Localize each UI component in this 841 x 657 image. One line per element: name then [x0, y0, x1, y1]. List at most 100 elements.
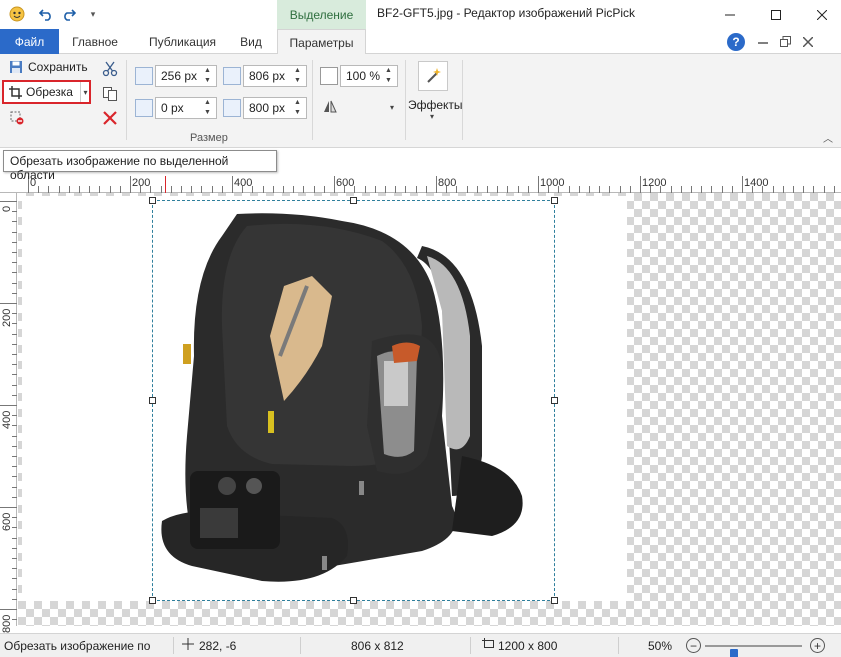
top-position-field[interactable]: 0 px ▲ ▼ — [155, 97, 217, 119]
effects-dropdown-icon[interactable]: ▾ — [430, 112, 434, 121]
copy-button[interactable] — [102, 86, 118, 102]
effects-button[interactable] — [418, 61, 448, 91]
spin-arrows-icon[interactable]: ▲ ▼ — [385, 67, 394, 85]
spin-arrows-icon[interactable]: ▲ ▼ — [204, 99, 213, 117]
resize-handle-ne[interactable] — [551, 197, 558, 204]
effects-label[interactable]: Эффекты — [408, 98, 463, 112]
save-button[interactable]: Сохранить — [9, 60, 88, 74]
window-title: BF2-GFT5.jpg - Редактор изображений PicP… — [377, 6, 636, 20]
resize-handle-s[interactable] — [350, 597, 357, 604]
ruler-tick — [579, 186, 580, 193]
ruler-tick — [630, 186, 631, 193]
status-separator — [173, 637, 174, 654]
resize-handle-sw[interactable] — [149, 597, 156, 604]
zoom-slider-thumb[interactable] — [730, 649, 738, 657]
ruler-tick — [12, 568, 17, 569]
tab-home[interactable]: Главное — [62, 29, 128, 54]
ruler-major-tick — [0, 507, 17, 508]
ruler-major-tick — [0, 405, 17, 406]
spin-arrows-icon[interactable]: ▲ ▼ — [294, 99, 303, 117]
spin-arrows-icon[interactable]: ▲ ▼ — [294, 67, 303, 85]
save-label: Сохранить — [28, 60, 88, 74]
height-field[interactable]: 800 px ▲ ▼ — [243, 97, 307, 119]
ruler-major-tick — [232, 176, 233, 193]
ruler-label: 200 — [1, 308, 13, 327]
selection-marquee[interactable] — [149, 197, 558, 604]
crop-dropdown-icon[interactable]: ▾ — [80, 82, 90, 102]
resize-handle-n[interactable] — [350, 197, 357, 204]
ruler-tick — [12, 354, 17, 355]
ruler-tick — [813, 186, 814, 193]
flip-dropdown-icon[interactable]: ▾ — [390, 103, 394, 112]
ruler-tick — [12, 497, 17, 498]
tab-publish[interactable]: Публикация — [136, 29, 229, 54]
collapse-ribbon-icon[interactable]: ︿ — [823, 130, 833, 145]
cursor-position-icon — [182, 638, 194, 653]
image-size-icon — [482, 638, 496, 653]
ruler-tick — [12, 344, 17, 345]
ruler-tick — [12, 589, 17, 590]
status-message: Обрезать изображение по — [4, 639, 151, 653]
width-field[interactable]: 806 px ▲ ▼ — [243, 65, 307, 87]
zoom-in-button[interactable]: + — [810, 638, 825, 653]
resize-handle-e[interactable] — [551, 397, 558, 404]
ruler-tick — [12, 262, 17, 263]
tab-view[interactable]: Вид — [231, 29, 271, 54]
scale-percent-value: 100 % — [346, 69, 381, 83]
copy-icon — [102, 86, 118, 102]
ruler-tick — [171, 186, 172, 193]
delete-button[interactable] — [102, 110, 118, 126]
restore-icon[interactable] — [776, 32, 794, 51]
ruler-tick — [507, 186, 508, 193]
ruler-tick — [38, 186, 39, 193]
app-logo-icon[interactable] — [8, 4, 26, 24]
scale-icon — [320, 67, 338, 85]
ruler-tick — [405, 186, 406, 193]
status-bar: Обрезать изображение по 282, -6 806 x 81… — [0, 633, 841, 657]
ruler-label: 200 — [132, 177, 151, 189]
ruler-tick — [120, 186, 121, 193]
ruler-major-tick — [0, 303, 17, 304]
minimize-icon[interactable] — [707, 0, 753, 29]
height-value: 800 px — [249, 101, 286, 115]
delete-icon — [102, 110, 118, 126]
help-button[interactable]: ? — [727, 32, 745, 51]
doc-close-icon[interactable] — [799, 32, 817, 51]
crop-button[interactable]: Обрезка ▾ — [2, 80, 91, 104]
scale-percent-field[interactable]: 100 % ▲ ▼ — [340, 65, 398, 87]
ribbon-separator — [462, 60, 463, 140]
maximize-icon[interactable] — [753, 0, 799, 29]
ruler-major-tick — [0, 201, 17, 202]
redo-icon[interactable] — [59, 4, 79, 24]
zoom-out-button[interactable]: − — [686, 638, 701, 653]
flip-rotate-button[interactable]: ▾ — [322, 99, 394, 115]
image-canvas[interactable] — [18, 193, 841, 626]
spin-arrows-icon[interactable]: ▲ ▼ — [204, 67, 213, 85]
ruler-label: 400 — [1, 410, 13, 429]
ruler-tick — [671, 186, 672, 193]
ruler-tick — [283, 186, 284, 193]
tab-parameters[interactable]: Параметры — [277, 29, 366, 55]
ruler-tick — [89, 186, 90, 193]
ruler-tick — [79, 186, 80, 193]
status-separator — [618, 637, 619, 654]
ruler-tick — [783, 186, 784, 193]
deselect-button[interactable] — [10, 111, 24, 125]
ruler-tick — [12, 395, 17, 396]
height-icon — [223, 99, 241, 117]
zoom-slider[interactable] — [705, 645, 802, 657]
selection-size: 806 x 812 — [351, 639, 404, 653]
undo-icon[interactable] — [36, 4, 56, 24]
quick-access-dropdown-icon[interactable]: ▾ — [86, 4, 100, 24]
left-position-field[interactable]: 256 px ▲ ▼ — [155, 65, 217, 87]
tab-file[interactable]: Файл — [0, 29, 59, 54]
ruler-tick — [824, 186, 825, 193]
resize-handle-se[interactable] — [551, 597, 558, 604]
ribbon-minimize-icon[interactable] — [754, 32, 772, 51]
ruler-tick — [467, 186, 468, 193]
cut-button[interactable] — [102, 61, 118, 77]
resize-handle-nw[interactable] — [149, 197, 156, 204]
resize-handle-w[interactable] — [149, 397, 156, 404]
close-icon[interactable] — [799, 0, 841, 29]
ruler-tick — [12, 476, 17, 477]
